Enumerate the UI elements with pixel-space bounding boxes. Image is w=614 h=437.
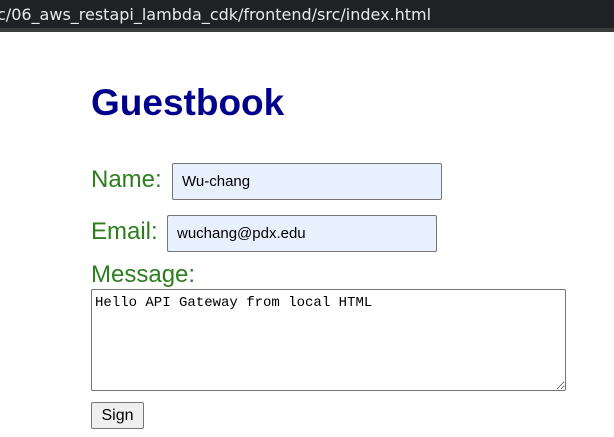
message-label: Message: [91,261,196,288]
name-input[interactable] [172,163,442,200]
address-bar[interactable]: c/06_aws_restapi_lambda_cdk/frontend/src… [0,0,614,32]
message-textarea[interactable]: Hello API Gateway from local HTML [91,289,566,391]
name-label: Name: [91,166,162,193]
address-bar-url[interactable]: c/06_aws_restapi_lambda_cdk/frontend/src… [0,0,431,30]
email-input[interactable] [167,215,437,252]
page-title: Guestbook [91,82,285,123]
email-label: Email: [91,218,158,245]
sign-button[interactable]: Sign [91,402,144,429]
address-bar-divider [0,28,614,32]
